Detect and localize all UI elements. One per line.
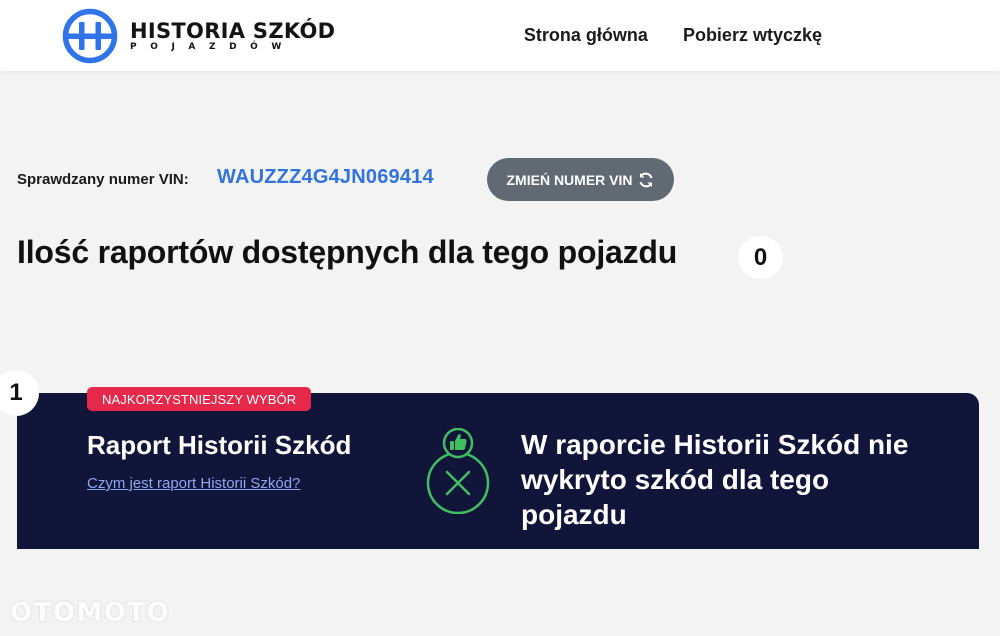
vin-number: WAUZZZ4G4JN069414 xyxy=(217,166,434,188)
logo-text: HISTORIA SZKÓD POJAZDÓW xyxy=(130,19,335,53)
vin-label: Sprawdzany numer VIN: xyxy=(17,171,189,188)
logo-mark-icon xyxy=(62,8,118,64)
change-vin-button[interactable]: ZMIEŃ NUMER VIN xyxy=(487,158,674,201)
otomoto-watermark: OTOMOTO xyxy=(10,598,171,628)
logo-subtitle: POJAZDÓW xyxy=(130,42,295,52)
best-choice-badge: NAJKORZYSTNIEJSZY WYBÓR xyxy=(87,387,312,411)
nav-home-link[interactable]: Strona główna xyxy=(524,25,648,46)
result-message: W raporcie Historii Szkód nie wykryto sz… xyxy=(521,429,909,530)
change-vin-label: ZMIEŃ NUMER VIN xyxy=(506,171,633,188)
reports-heading: Ilość raportów dostępnych dla tego pojaz… xyxy=(17,234,678,270)
logo-title: HISTORIA SZKÓD xyxy=(130,19,336,43)
refresh-icon xyxy=(639,172,652,187)
report-title: Raport Historii Szkód xyxy=(87,430,352,460)
nav-plugin-link[interactable]: Pobierz wtyczkę xyxy=(683,25,822,46)
report-info-link[interactable]: Czym jest raport Historii Szkód? xyxy=(87,475,300,492)
site-logo[interactable]: HISTORIA SZKÓD POJAZDÓW xyxy=(62,8,335,64)
main-nav: Strona główna Pobierz wtyczkę xyxy=(524,25,822,46)
thumbs-up-x-icon xyxy=(426,428,490,514)
site-header: HISTORIA SZKÓD POJAZDÓW Strona główna Po… xyxy=(0,0,1000,71)
reports-count-badge: 0 xyxy=(738,236,783,279)
